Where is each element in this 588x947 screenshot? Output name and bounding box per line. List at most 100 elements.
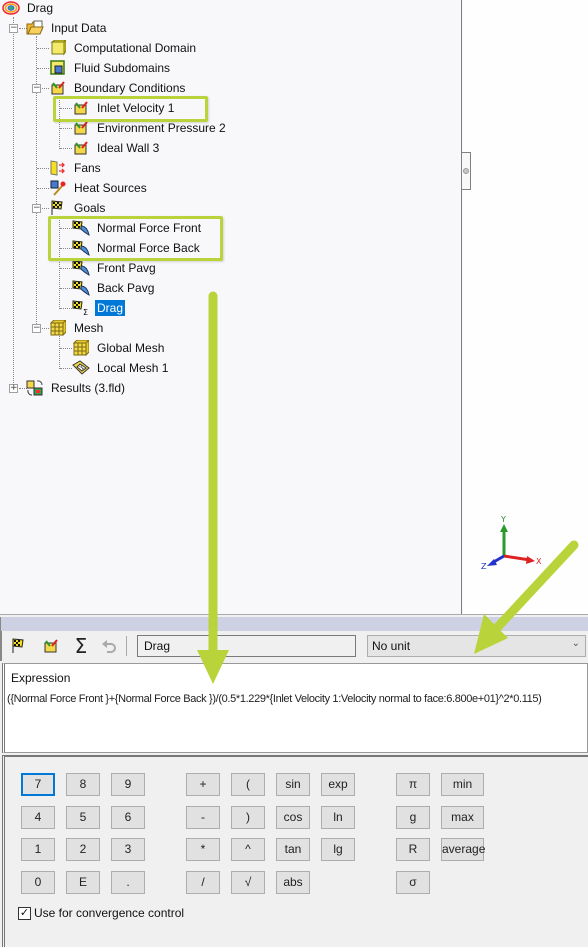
- collapse-toggle[interactable]: −: [32, 324, 41, 333]
- tree-label: Boundary Conditions: [74, 81, 186, 95]
- tree-item-back-pavg[interactable]: Back Pavg: [72, 278, 156, 298]
- key-exp[interactable]: exp: [321, 773, 355, 796]
- pane-title-bar: [0, 617, 588, 631]
- key-power[interactable]: ^: [231, 838, 265, 861]
- tree-item-input-data[interactable]: Input Data: [26, 18, 108, 38]
- key-6[interactable]: 6: [111, 806, 145, 829]
- triad-z-label: Z: [481, 562, 487, 570]
- collapse-toggle[interactable]: −: [32, 204, 41, 213]
- tree-item-local-mesh-1[interactable]: Local Mesh 1: [72, 358, 170, 378]
- key-e[interactable]: E: [66, 871, 100, 894]
- expression-input[interactable]: Expression ({Normal Force Front }+{Norma…: [2, 663, 588, 753]
- convergence-label: Use for convergence control: [34, 906, 185, 920]
- graphics-viewport[interactable]: Y X Z: [463, 0, 588, 614]
- key-g[interactable]: g: [396, 806, 430, 829]
- key-sigma[interactable]: σ: [396, 871, 430, 894]
- surface-goal-icon: [72, 279, 90, 297]
- tree-item-results[interactable]: Results (3.fld): [26, 378, 127, 398]
- key-4[interactable]: 4: [21, 806, 55, 829]
- goal-name-input[interactable]: Drag: [137, 635, 356, 657]
- tree-item-computational-domain[interactable]: Computational Domain: [49, 38, 198, 58]
- key-8[interactable]: 8: [66, 773, 100, 796]
- key-multiply[interactable]: *: [186, 838, 220, 861]
- goal-flag-button[interactable]: [8, 635, 30, 657]
- expression-text[interactable]: ({Normal Force Front }+{Normal Force Bac…: [7, 693, 542, 705]
- boundary-condition-icon: [44, 639, 58, 653]
- key-cos[interactable]: cos: [276, 806, 310, 829]
- tree-item-mesh[interactable]: Mesh: [49, 318, 105, 338]
- key-lg[interactable]: lg: [321, 838, 355, 861]
- tree-item-heat-sources[interactable]: Heat Sources: [49, 178, 149, 198]
- global-mesh-icon: [72, 339, 90, 357]
- splitter-grip-icon[interactable]: [463, 168, 469, 174]
- unit-dropdown[interactable]: No unit ⌄: [367, 635, 586, 657]
- triad-y-label: Y: [500, 515, 506, 524]
- key-5[interactable]: 5: [66, 806, 100, 829]
- tree-item-drag-goal[interactable]: Σ Drag: [72, 298, 126, 318]
- tree-item-front-pavg[interactable]: Front Pavg: [72, 258, 158, 278]
- tree-connector: [37, 188, 49, 189]
- collapse-toggle[interactable]: −: [32, 84, 41, 93]
- undo-icon: [102, 640, 116, 653]
- boundary-conditions-icon: [49, 79, 67, 97]
- key-r[interactable]: R: [396, 838, 430, 861]
- fluid-subdomains-icon: [49, 59, 67, 77]
- app-window: Drag − Input Data Computational Domain F…: [0, 0, 588, 947]
- key-1[interactable]: 1: [21, 838, 55, 861]
- tree-connector: [36, 36, 37, 328]
- key-plus[interactable]: +: [186, 773, 220, 796]
- key-tan[interactable]: tan: [276, 838, 310, 861]
- computational-domain-icon: [49, 39, 67, 57]
- svg-text:Σ: Σ: [83, 308, 88, 316]
- results-icon: [26, 379, 44, 397]
- tree-item-goals[interactable]: Goals: [49, 198, 107, 218]
- convergence-checkbox[interactable]: ✓: [18, 906, 31, 920]
- key-average[interactable]: average: [441, 838, 485, 861]
- key-minus[interactable]: -: [186, 806, 220, 829]
- expand-toggle[interactable]: +: [9, 384, 18, 393]
- tree-label: Computational Domain: [74, 41, 197, 55]
- tree-item-boundary-conditions[interactable]: Boundary Conditions: [49, 78, 187, 98]
- tree-connector: [37, 68, 49, 69]
- key-sqrt[interactable]: √: [231, 871, 265, 894]
- convergence-control-checkbox-row[interactable]: ✓ Use for convergence control: [18, 906, 184, 920]
- tree-item-ideal-wall-3[interactable]: Ideal Wall 3: [72, 138, 161, 158]
- key-2[interactable]: 2: [66, 838, 100, 861]
- goals-flag-icon: [49, 199, 67, 217]
- undo-button[interactable]: [98, 635, 120, 657]
- tree-label: Back Pavg: [97, 281, 155, 295]
- highlight-box-normal-forces: [48, 216, 223, 261]
- collapse-toggle[interactable]: −: [9, 24, 18, 33]
- local-mesh-icon: [72, 359, 90, 377]
- tree-label: Mesh: [74, 321, 104, 335]
- key-pi[interactable]: π: [396, 773, 430, 796]
- key-7[interactable]: 7: [21, 773, 55, 796]
- tree-connector: [60, 128, 72, 129]
- boundary-condition-button[interactable]: [40, 635, 62, 657]
- key-close-paren[interactable]: ): [231, 806, 265, 829]
- sum-button[interactable]: Σ: [70, 635, 92, 657]
- tree-label: Fluid Subdomains: [74, 61, 171, 75]
- key-3[interactable]: 3: [111, 838, 145, 861]
- tree-item-fans[interactable]: Fans: [49, 158, 103, 178]
- key-dot[interactable]: .: [111, 871, 145, 894]
- key-abs[interactable]: abs: [276, 871, 310, 894]
- tree-item-fluid-subdomains[interactable]: Fluid Subdomains: [49, 58, 172, 78]
- key-0[interactable]: 0: [21, 871, 55, 894]
- tree-label-selected: Drag: [95, 300, 126, 316]
- key-ln[interactable]: ln: [321, 806, 355, 829]
- key-sin[interactable]: sin: [276, 773, 310, 796]
- key-max[interactable]: max: [441, 806, 484, 829]
- tree-connector: [42, 88, 49, 89]
- tree-label: Ideal Wall 3: [97, 141, 160, 155]
- feature-tree-panel: Drag − Input Data Computational Domain F…: [0, 0, 462, 614]
- key-min[interactable]: min: [441, 773, 484, 796]
- tree-item-global-mesh[interactable]: Global Mesh: [72, 338, 166, 358]
- surface-goal-icon: [72, 259, 90, 277]
- key-9[interactable]: 9: [111, 773, 145, 796]
- key-open-paren[interactable]: (: [231, 773, 265, 796]
- key-divide[interactable]: /: [186, 871, 220, 894]
- tree-root-drag[interactable]: Drag: [2, 0, 55, 18]
- expression-label: Expression: [11, 671, 71, 685]
- tree-connector: [60, 308, 72, 309]
